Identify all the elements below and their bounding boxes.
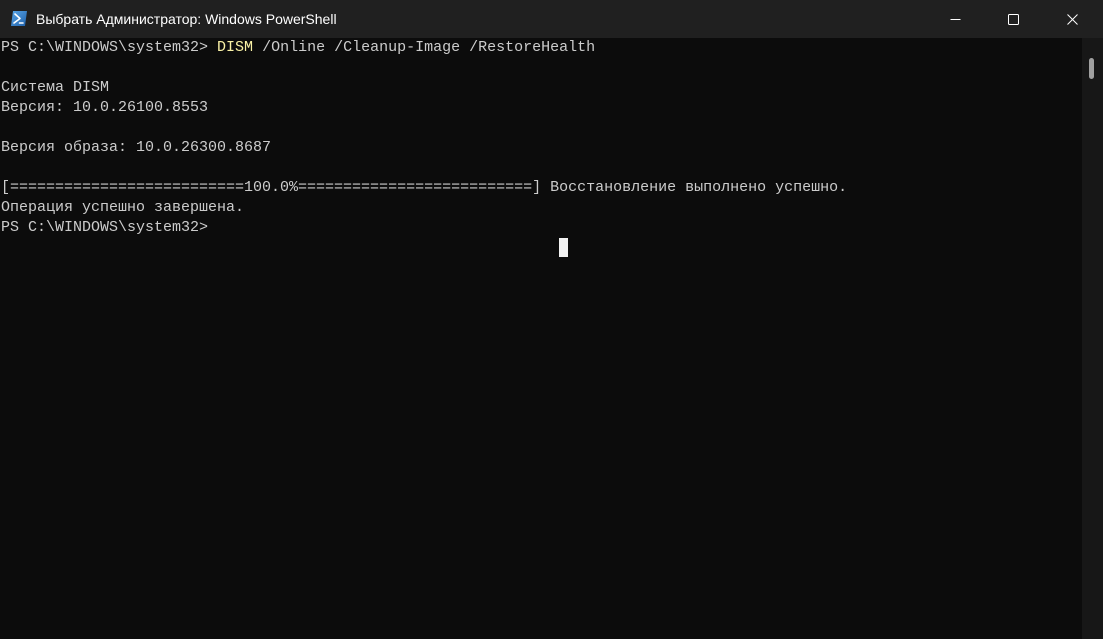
maximize-icon [1007,13,1019,25]
output-system-line: Система DISM [1,79,110,96]
close-button[interactable] [1043,0,1101,38]
minimize-icon [950,14,961,25]
text-cursor [559,238,568,257]
prompt: PS C:\WINDOWS\system32> [1,39,218,56]
close-icon [1066,13,1078,25]
maximize-button[interactable] [984,0,1042,38]
command-keyword: DISM [217,39,254,56]
prompt-line: PS C:\WINDOWS\system32> [1,219,209,236]
output-progress-line: [==========================100.0%=======… [1,179,848,196]
scrollbar-thumb[interactable] [1089,58,1094,79]
command-arguments: /Online /Cleanup-Image /RestoreHealth [253,39,596,56]
command-line: PS C:\WINDOWS\system32> DISM /Online /Cl… [1,38,595,58]
powershell-window: Выбрать Администратор: Windows PowerShel… [0,0,1103,639]
minimize-button[interactable] [926,0,984,38]
title-bar[interactable]: Выбрать Администратор: Windows PowerShel… [0,0,1103,38]
window-title: Выбрать Администратор: Windows PowerShel… [36,11,337,27]
scrollbar[interactable] [1082,38,1103,639]
terminal-output[interactable]: PS C:\WINDOWS\system32> DISM /Online /Cl… [0,38,1082,639]
output-image-version-line: Версия образа: 10.0.26300.8687 [1,139,272,156]
output-version-line: Версия: 10.0.26100.8553 [1,99,209,116]
powershell-icon [10,10,28,27]
output-complete-line: Операция успешно завершена. [1,199,245,216]
